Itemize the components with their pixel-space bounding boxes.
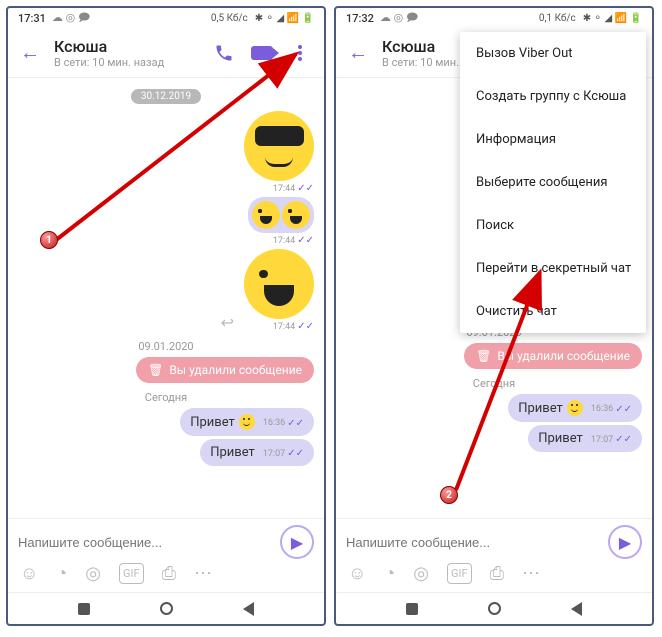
message-bubble[interactable]: Привет 17:07✓✓ <box>528 425 642 452</box>
date-today: Сегодня <box>18 391 314 404</box>
nav-home-icon[interactable] <box>488 602 501 615</box>
nav-home-icon[interactable] <box>160 602 173 615</box>
send-button[interactable]: ▶ <box>608 525 642 559</box>
chat-body: 30.12.2019 17:44✓✓ 17:44✓✓ ↩ 17:44✓✓ 09.… <box>8 78 324 518</box>
gif-icon[interactable]: GIF <box>447 563 472 584</box>
sticker-icon[interactable]: ◔ <box>384 563 395 584</box>
camera-icon[interactable]: ◎ <box>413 563 429 584</box>
nav-back-icon[interactable] <box>571 602 582 616</box>
overflow-menu: Вызов Viber Out Создать группу с Ксюша И… <box>460 32 646 333</box>
message-input[interactable] <box>18 529 272 556</box>
nav-recent-icon[interactable] <box>406 603 418 615</box>
nav-back-icon[interactable] <box>243 602 254 616</box>
deleted-message: 🗑Вы удалили сообщение <box>464 343 642 369</box>
gif-icon[interactable]: GIF <box>119 563 144 584</box>
header-titles[interactable]: Ксюша В сети: 10 мин. назад <box>54 37 198 69</box>
sticker-pair-wink[interactable] <box>248 197 314 233</box>
sticker-cool[interactable] <box>244 111 314 181</box>
attach-icon[interactable]: ⎙ <box>490 563 504 584</box>
more-tools-icon[interactable]: ⋯ <box>522 563 540 584</box>
menu-info[interactable]: Информация <box>460 118 646 161</box>
status-time: 17:32 <box>346 12 374 25</box>
menu-create-group[interactable]: Создать группу с Ксюша <box>460 75 646 118</box>
phone-right: 17:32 ☁ ◎ 🗩 0,1 Кб/с ✱ ⚬ ◢ 📶 🔋 ← Ксюша В… <box>334 6 654 626</box>
emoji-icon[interactable]: ☺ <box>20 563 38 584</box>
back-icon[interactable]: ← <box>20 40 40 65</box>
more-tools-icon[interactable]: ⋯ <box>194 563 212 584</box>
message-bubble[interactable]: Привет 17:07✓✓ <box>200 439 314 466</box>
menu-clear-chat[interactable]: Очистить чат <box>460 290 646 333</box>
deleted-message: 🗑Вы удалили сообщение <box>136 357 314 383</box>
status-bar: 17:32 ☁ ◎ 🗩 0,1 Кб/с ✱ ⚬ ◢ 📶 🔋 <box>336 8 652 28</box>
android-nav <box>336 592 652 624</box>
attach-icon[interactable]: ⎙ <box>162 563 176 584</box>
forward-icon[interactable]: ↩ <box>221 313 234 332</box>
status-time: 17:31 <box>18 12 46 25</box>
back-icon[interactable]: ← <box>348 40 368 65</box>
chat-status: В сети: 10 мин. назад <box>54 56 198 69</box>
more-menu-icon[interactable] <box>288 41 312 65</box>
chat-name: Ксюша <box>54 37 198 56</box>
date-separator: 30.12.2019 <box>131 89 201 104</box>
chat-header: ← Ксюша В сети: 10 мин. назад <box>8 28 324 78</box>
sticker-icon[interactable]: ◔ <box>56 563 67 584</box>
date-separator: 09.01.2020 <box>18 340 314 353</box>
menu-viber-out[interactable]: Вызов Viber Out <box>460 32 646 75</box>
menu-secret-chat[interactable]: Перейти в секретный чат <box>460 247 646 290</box>
emoji-icon[interactable]: ☺ <box>348 563 366 584</box>
input-bar: ▶ ☺ ◔ ◎ GIF ⎙ ⋯ <box>8 518 324 592</box>
menu-select-messages[interactable]: Выберите сообщения <box>460 161 646 204</box>
phone-left: 17:31 ☁ ◎ 🗩 0,5 Кб/с ✱ ⚬ ◢ 📶 🔋 ← Ксюша В… <box>6 6 326 626</box>
sticker-tongue[interactable] <box>244 249 314 319</box>
camera-icon[interactable]: ◎ <box>85 563 101 584</box>
menu-search[interactable]: Поиск <box>460 204 646 247</box>
call-icon[interactable] <box>212 41 236 65</box>
send-button[interactable]: ▶ <box>280 525 314 559</box>
video-call-icon[interactable] <box>250 41 274 65</box>
message-bubble[interactable]: Привет 16:36✓✓ <box>508 394 642 422</box>
message-bubble[interactable]: Привет 16:36✓✓ <box>180 408 314 436</box>
message-input[interactable] <box>346 529 600 556</box>
input-bar: ▶ ☺ ◔ ◎ GIF ⎙ ⋯ <box>336 518 652 592</box>
status-bar: 17:31 ☁ ◎ 🗩 0,5 Кб/с ✱ ⚬ ◢ 📶 🔋 <box>8 8 324 28</box>
smile-icon <box>239 414 255 430</box>
nav-recent-icon[interactable] <box>78 603 90 615</box>
annotation-badge-1: 1 <box>40 231 58 249</box>
android-nav <box>8 592 324 624</box>
annotation-badge-2: 2 <box>440 486 458 504</box>
